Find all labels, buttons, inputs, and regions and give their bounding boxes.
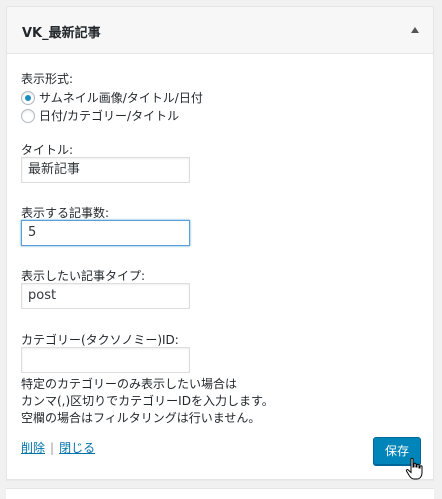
radio-selected-icon[interactable]	[21, 90, 35, 105]
help-line: 特定のカテゴリーのみ表示したい場合は	[21, 377, 238, 391]
collapse-arrow-icon[interactable]	[411, 27, 419, 33]
category-input[interactable]	[21, 347, 190, 373]
help-line: カンマ(,)区切りでカテゴリーIDを入力します。	[21, 394, 274, 408]
help-text: 特定のカテゴリーのみ表示したい場合は カンマ(,)区切りでカテゴリーIDを入力し…	[21, 376, 274, 427]
radio-option-thumbnail[interactable]: サムネイル画像/タイトル/日付	[21, 89, 203, 106]
post-type-label: 表示したい記事タイプ:	[21, 269, 146, 283]
radio-unselected-icon[interactable]	[21, 108, 35, 123]
display-format-label: 表示形式:	[21, 72, 74, 86]
widget-title: VK_最新記事	[22, 26, 101, 41]
title-input[interactable]: 最新記事	[21, 157, 190, 183]
next-widget-edge	[6, 488, 434, 499]
title-label: タイトル:	[21, 143, 74, 157]
widget-header[interactable]: VK_最新記事	[7, 7, 433, 54]
count-input[interactable]: 5	[21, 220, 190, 246]
delete-link[interactable]: 削除	[21, 439, 45, 456]
close-link[interactable]: 閉じる	[59, 439, 95, 456]
category-label: カテゴリー(タクソノミー)ID:	[21, 333, 179, 347]
radio-label-thumbnail: サムネイル画像/タイトル/日付	[39, 91, 203, 105]
help-line: 空欄の場合はフィルタリングは行いません。	[21, 411, 261, 425]
radio-label-date: 日付/カテゴリー/タイトル	[39, 109, 180, 123]
widget-actions: 削除 | 閉じる	[21, 439, 95, 456]
radio-option-date[interactable]: 日付/カテゴリー/タイトル	[21, 107, 179, 124]
hand-cursor-icon	[405, 457, 423, 480]
widget-panel: VK_最新記事 表示形式: サムネイル画像/タイトル/日付 日付/カテゴリー/タ…	[6, 6, 434, 480]
count-label: 表示する記事数:	[21, 206, 110, 220]
action-separator: |	[50, 440, 55, 455]
post-type-input[interactable]: post	[21, 283, 190, 309]
